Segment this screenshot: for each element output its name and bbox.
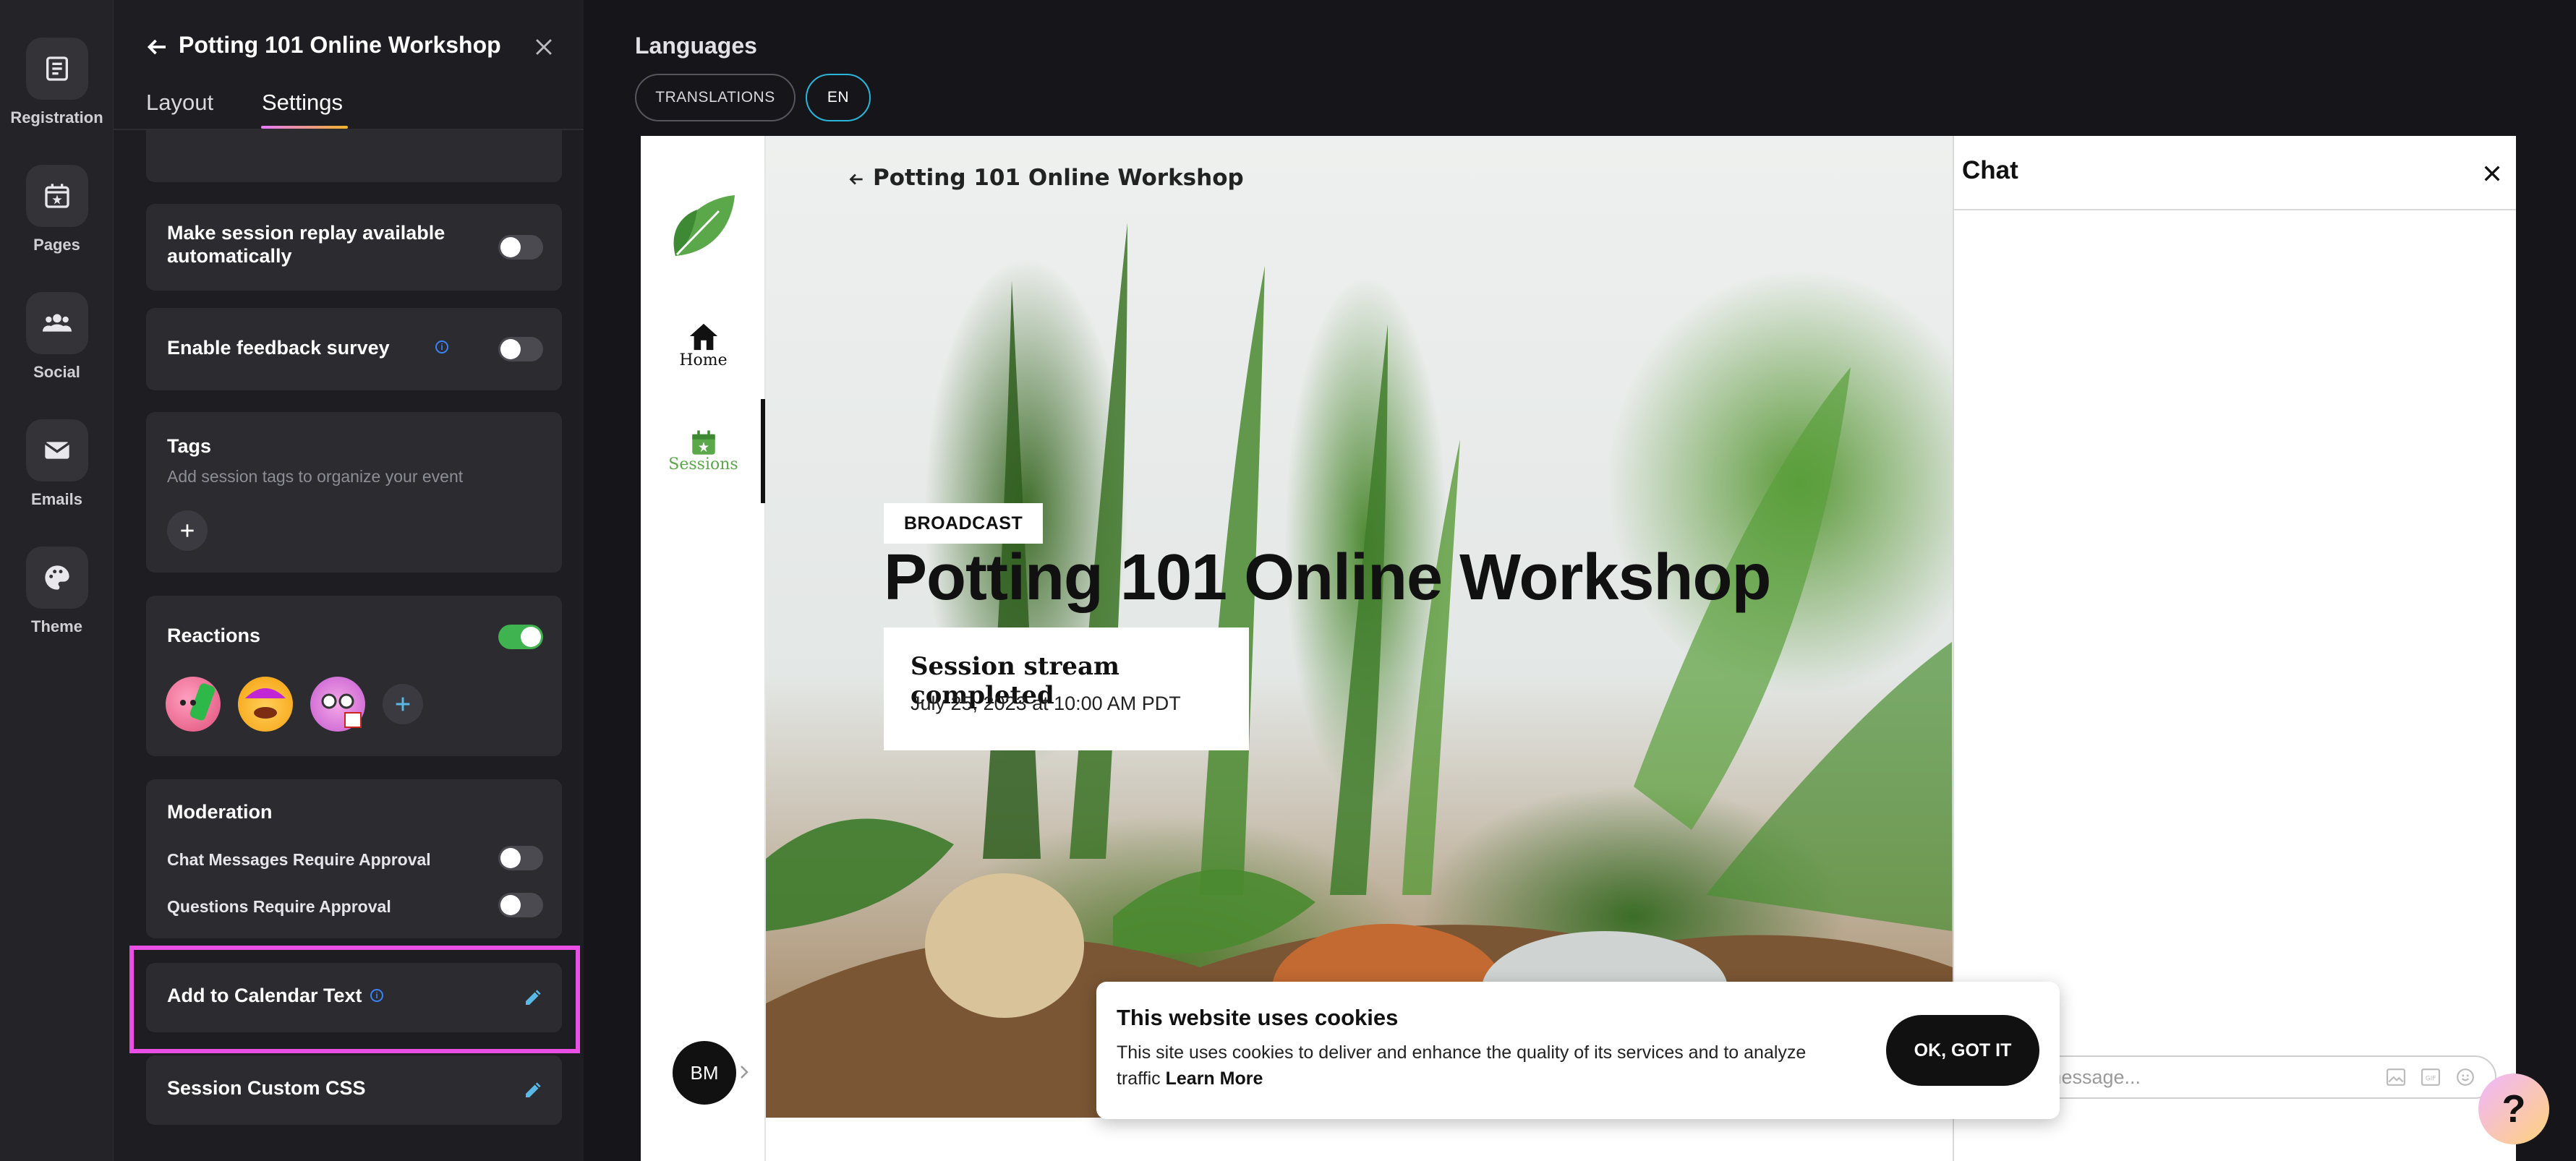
nav-active-indicator bbox=[761, 399, 765, 503]
rail-label: Pages bbox=[33, 236, 80, 254]
tab-underline bbox=[261, 126, 348, 129]
reactions-card: Reactions bbox=[146, 596, 562, 756]
toggle-knob bbox=[521, 627, 541, 647]
cookie-text: This site uses cookies to deliver and en… bbox=[1117, 1040, 1847, 1092]
feedback-survey-card: Enable feedback survey i bbox=[146, 308, 562, 390]
edit-pencil-icon[interactable] bbox=[522, 1079, 544, 1101]
plus-icon bbox=[396, 697, 410, 711]
svg-text:GIF: GIF bbox=[2426, 1075, 2436, 1082]
tags-card: Tags Add session tags to organize your e… bbox=[146, 412, 562, 573]
session-status-date: July 25, 2023 at 10:00 AM PDT bbox=[910, 693, 1181, 714]
questions-approval-toggle[interactable] bbox=[498, 893, 543, 917]
hero-back-title: Potting 101 Online Workshop bbox=[873, 165, 1244, 191]
hero-back-link[interactable]: Potting 101 Online Workshop bbox=[847, 165, 1244, 191]
language-en-pill[interactable]: EN bbox=[806, 74, 871, 121]
user-avatar[interactable]: BM bbox=[673, 1041, 736, 1105]
hero-image: Potting 101 Online Workshop BROADCAST Po… bbox=[766, 136, 1953, 1118]
tags-title: Tags bbox=[167, 435, 212, 457]
emoji-icon[interactable] bbox=[2456, 1068, 2475, 1087]
chevron-right-icon[interactable] bbox=[739, 1064, 749, 1080]
close-icon[interactable] bbox=[2481, 162, 2504, 185]
tab-settings[interactable]: Settings bbox=[262, 90, 343, 116]
rail-item-theme[interactable]: Theme bbox=[0, 547, 114, 636]
tags-subtitle: Add session tags to organize your event bbox=[167, 467, 464, 486]
chat-approval-toggle[interactable] bbox=[498, 846, 543, 870]
chat-header: Chat bbox=[1954, 136, 2516, 210]
reaction-foam-finger-icon[interactable] bbox=[166, 677, 221, 732]
registration-icon bbox=[25, 38, 88, 100]
rail-label: Social bbox=[33, 363, 80, 381]
cookie-banner: This website uses cookies This site uses… bbox=[1096, 982, 2060, 1119]
plus-icon bbox=[181, 524, 194, 537]
toggle-knob bbox=[500, 237, 521, 257]
pages-icon bbox=[25, 165, 88, 227]
broadcast-badge: BROADCAST bbox=[884, 503, 1044, 544]
feedback-survey-label: Enable feedback survey bbox=[167, 337, 390, 359]
reaction-party-icon[interactable] bbox=[238, 677, 293, 732]
preview-side-nav: Home Sessions bbox=[641, 136, 766, 1161]
session-custom-css-card: Session Custom CSS bbox=[146, 1055, 562, 1125]
leaf-logo-icon bbox=[673, 195, 735, 256]
moderation-card: Moderation Chat Messages Require Approva… bbox=[146, 779, 562, 938]
rail-item-pages[interactable]: Pages bbox=[0, 165, 114, 254]
rail-label: Registration bbox=[10, 108, 103, 127]
plant-illustration bbox=[766, 223, 1953, 1118]
session-custom-css-label: Session Custom CSS bbox=[167, 1077, 366, 1099]
accept-cookies-button[interactable]: OK, GOT IT bbox=[1886, 1015, 2039, 1086]
tab-layout[interactable]: Layout bbox=[146, 90, 213, 116]
panel-title: Potting 101 Online Workshop bbox=[179, 32, 501, 58]
panel-header: Potting 101 Online Workshop Layout Setti… bbox=[114, 0, 584, 130]
help-button[interactable]: ? bbox=[2478, 1074, 2549, 1144]
session-replay-card: Make session replay available automatica… bbox=[146, 204, 562, 291]
rail-label: Theme bbox=[31, 617, 82, 635]
info-icon[interactable]: i bbox=[435, 340, 448, 354]
reactions-title: Reactions bbox=[167, 625, 261, 646]
calendar-icon[interactable] bbox=[688, 428, 719, 458]
highlight-outline bbox=[129, 946, 580, 1053]
toggle-knob bbox=[500, 895, 521, 915]
rail-item-emails[interactable]: Emails bbox=[0, 419, 114, 509]
emails-icon bbox=[25, 419, 88, 481]
session-status-box: Session stream completed July 25, 2023 a… bbox=[884, 627, 1249, 750]
chat-message-input[interactable]: message... GIF bbox=[1983, 1055, 2496, 1099]
nav-sessions-label[interactable]: Sessions bbox=[641, 455, 766, 474]
rail-item-registration[interactable]: Registration bbox=[0, 38, 114, 127]
social-icon bbox=[25, 292, 88, 354]
rail-item-social[interactable]: Social bbox=[0, 292, 114, 382]
questions-approval-label: Questions Require Approval bbox=[167, 897, 391, 916]
toggle-knob bbox=[500, 848, 521, 868]
close-icon[interactable] bbox=[532, 35, 556, 59]
chat-approval-label: Chat Messages Require Approval bbox=[167, 850, 431, 869]
rail-label: Emails bbox=[31, 490, 82, 508]
gif-icon[interactable]: GIF bbox=[2421, 1068, 2440, 1086]
moderation-title: Moderation bbox=[167, 801, 273, 823]
toggle-knob bbox=[500, 339, 521, 359]
back-arrow-icon bbox=[849, 173, 863, 184]
translations-pill[interactable]: TRANSLATIONS bbox=[635, 74, 796, 121]
image-icon[interactable] bbox=[2387, 1068, 2405, 1086]
settings-card-partial bbox=[146, 123, 562, 182]
chat-title: Chat bbox=[1962, 156, 2018, 184]
reactions-toggle[interactable] bbox=[498, 625, 543, 649]
session-replay-toggle[interactable] bbox=[498, 235, 543, 260]
add-tag-button[interactable] bbox=[167, 510, 208, 551]
feedback-survey-toggle[interactable] bbox=[498, 337, 543, 361]
reaction-nerd-icon[interactable] bbox=[310, 677, 365, 732]
cookie-title: This website uses cookies bbox=[1117, 1005, 1399, 1030]
hero-title: Potting 101 Online Workshop bbox=[884, 541, 1771, 614]
theme-icon bbox=[25, 547, 88, 609]
languages-title: Languages bbox=[635, 33, 757, 59]
back-arrow-icon[interactable] bbox=[144, 34, 170, 60]
session-replay-label: Make session replay available automatica… bbox=[167, 222, 445, 267]
learn-more-link[interactable]: Learn More bbox=[1166, 1068, 1263, 1089]
left-rail: Registration Pages Social Emails Theme bbox=[0, 0, 114, 1161]
nav-home-label[interactable]: Home bbox=[641, 351, 766, 369]
home-icon[interactable] bbox=[687, 321, 720, 351]
add-reaction-button[interactable] bbox=[383, 684, 423, 724]
